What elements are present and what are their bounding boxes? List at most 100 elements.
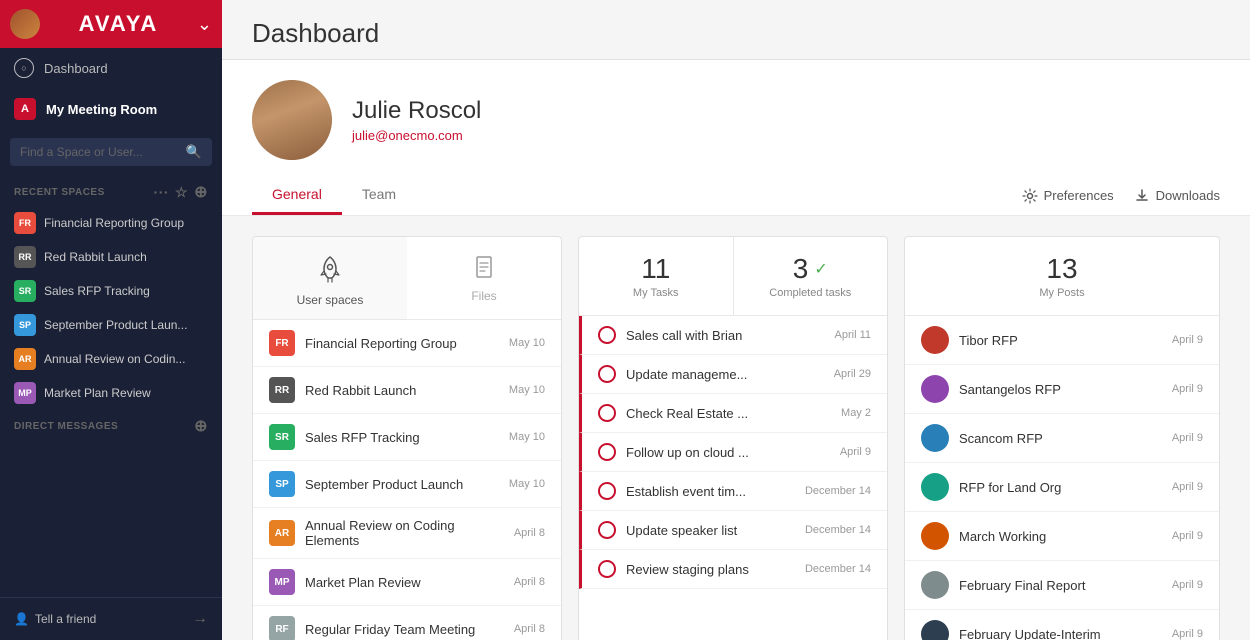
task-date: December 14	[805, 524, 871, 536]
page-title: Dashboard	[252, 18, 1220, 49]
files-tab[interactable]: Files	[407, 237, 561, 319]
tell-friend-button[interactable]: 👤 Tell a friend	[14, 612, 96, 626]
task-circle	[598, 365, 616, 383]
post-date: April 9	[1172, 530, 1203, 542]
tabs-right: Preferences Downloads	[1022, 188, 1220, 204]
post-item[interactable]: February Update-Interim April 9	[905, 610, 1219, 640]
profile-name: Julie Roscol	[352, 97, 481, 125]
space-avatar: RR	[14, 246, 36, 268]
post-date: April 9	[1172, 579, 1203, 591]
post-date: April 9	[1172, 334, 1203, 346]
posts-panel: 13 My Posts Tibor RFP April 9 Santangelo…	[904, 236, 1220, 640]
chevron-down-icon[interactable]: ⌄	[197, 14, 212, 35]
post-item[interactable]: February Final Report April 9	[905, 561, 1219, 610]
post-date: April 9	[1172, 432, 1203, 444]
space-list-item[interactable]: SP September Product Launch May 10	[253, 461, 561, 508]
sidebar-space-item[interactable]: SR Sales RFP Tracking	[0, 274, 222, 308]
post-name: February Final Report	[959, 578, 1162, 593]
space-list-item[interactable]: FR Financial Reporting Group May 10	[253, 320, 561, 367]
space-list-name: Market Plan Review	[305, 575, 504, 590]
avaya-logo: AVAYA	[79, 11, 159, 37]
recent-spaces-header: RECENT SPACES ··· ☆ ⊕	[0, 174, 222, 206]
space-list-item[interactable]: MP Market Plan Review April 8	[253, 559, 561, 606]
post-avatar	[921, 326, 949, 354]
spaces-list: FR Financial Reporting Group May 10 RR R…	[253, 320, 561, 640]
task-circle	[598, 482, 616, 500]
post-item[interactable]: Santangelos RFP April 9	[905, 365, 1219, 414]
task-circle	[598, 443, 616, 461]
post-item[interactable]: March Working April 9	[905, 512, 1219, 561]
task-date: May 2	[841, 407, 871, 419]
task-item[interactable]: Follow up on cloud ... April 9	[579, 433, 887, 472]
main-header: Dashboard	[222, 0, 1250, 60]
sidebar-header: AVAYA ⌄	[0, 0, 222, 48]
task-item[interactable]: Review staging plans December 14	[579, 550, 887, 589]
post-date: April 9	[1172, 628, 1203, 640]
task-item[interactable]: Update speaker list December 14	[579, 511, 887, 550]
task-circle	[598, 404, 616, 422]
files-label: Files	[471, 289, 496, 303]
sidebar-item-dashboard[interactable]: ○ Dashboard	[0, 48, 222, 88]
space-list-item[interactable]: SR Sales RFP Tracking May 10	[253, 414, 561, 461]
space-list-item[interactable]: RR Red Rabbit Launch May 10	[253, 367, 561, 414]
post-avatar	[921, 375, 949, 403]
space-list-date: May 10	[509, 337, 545, 349]
sidebar-space-item[interactable]: MP Market Plan Review	[0, 376, 222, 410]
task-name: Follow up on cloud ...	[626, 445, 830, 460]
dashboard-icon: ○	[14, 58, 34, 78]
space-name: Sales RFP Tracking	[44, 284, 150, 298]
post-item[interactable]: RFP for Land Org April 9	[905, 463, 1219, 512]
space-list-avatar: SP	[269, 471, 295, 497]
tab-general[interactable]: General	[252, 176, 342, 215]
dashboard-panels: User spaces Files FR Financial Reporting…	[222, 216, 1250, 640]
task-item[interactable]: Sales call with Brian April 11	[579, 316, 887, 355]
sidebar-space-item[interactable]: RR Red Rabbit Launch	[0, 240, 222, 274]
profile-email[interactable]: julie@onecmo.com	[352, 128, 481, 143]
downloads-button[interactable]: Downloads	[1134, 188, 1220, 204]
task-item[interactable]: Update manageme... April 29	[579, 355, 887, 394]
space-list-name: Financial Reporting Group	[305, 336, 499, 351]
panel-tabs: User spaces Files	[253, 237, 561, 320]
task-item[interactable]: Establish event tim... December 14	[579, 472, 887, 511]
post-item[interactable]: Scancom RFP April 9	[905, 414, 1219, 463]
task-name: Review staging plans	[626, 562, 795, 577]
space-list-date: May 10	[509, 384, 545, 396]
user-spaces-tab[interactable]: User spaces	[253, 237, 407, 319]
preferences-button[interactable]: Preferences	[1022, 188, 1114, 204]
space-list-item[interactable]: RF Regular Friday Team Meeting April 8	[253, 606, 561, 640]
user-icon: 👤	[14, 612, 29, 626]
tab-team[interactable]: Team	[342, 176, 416, 215]
dm-add-icon[interactable]: ⊕	[194, 416, 208, 436]
search-input[interactable]	[20, 145, 180, 159]
post-item[interactable]: Tibor RFP April 9	[905, 316, 1219, 365]
post-name: February Update-Interim	[959, 627, 1162, 640]
files-icon	[470, 253, 498, 281]
sidebar-space-item[interactable]: FR Financial Reporting Group	[0, 206, 222, 240]
space-list-name: Annual Review on Coding Elements	[305, 518, 504, 548]
sidebar-space-item[interactable]: AR Annual Review on Codin...	[0, 342, 222, 376]
direct-messages-label: DIRECT MESSAGES	[14, 421, 118, 432]
more-icon[interactable]: ···	[154, 184, 170, 200]
task-name: Update manageme...	[626, 367, 824, 382]
space-list-date: April 8	[514, 623, 545, 635]
post-name: Santangelos RFP	[959, 382, 1162, 397]
task-name: Check Real Estate ...	[626, 406, 831, 421]
star-icon[interactable]: ☆	[175, 184, 188, 201]
space-avatar: SR	[14, 280, 36, 302]
task-item[interactable]: Check Real Estate ... May 2	[579, 394, 887, 433]
sidebar-spaces-list: FR Financial Reporting Group RR Red Rabb…	[0, 206, 222, 410]
space-list-avatar: AR	[269, 520, 295, 546]
task-circle	[598, 326, 616, 344]
completed-tasks-stat: 3 ✓ Completed tasks	[734, 237, 888, 315]
space-name: September Product Laun...	[44, 318, 187, 332]
tasks-total: 11	[641, 253, 670, 285]
space-list-date: May 10	[509, 478, 545, 490]
space-list-item[interactable]: AR Annual Review on Coding Elements Apri…	[253, 508, 561, 559]
tasks-completed-label: Completed tasks	[769, 287, 851, 299]
check-icon: ✓	[814, 259, 827, 279]
space-list-date: April 8	[514, 527, 545, 539]
sidebar-space-item[interactable]: SP September Product Laun...	[0, 308, 222, 342]
sidebar-item-meeting-room[interactable]: A My Meeting Room	[0, 88, 222, 130]
preferences-label: Preferences	[1044, 188, 1114, 203]
add-icon[interactable]: ⊕	[194, 182, 208, 202]
